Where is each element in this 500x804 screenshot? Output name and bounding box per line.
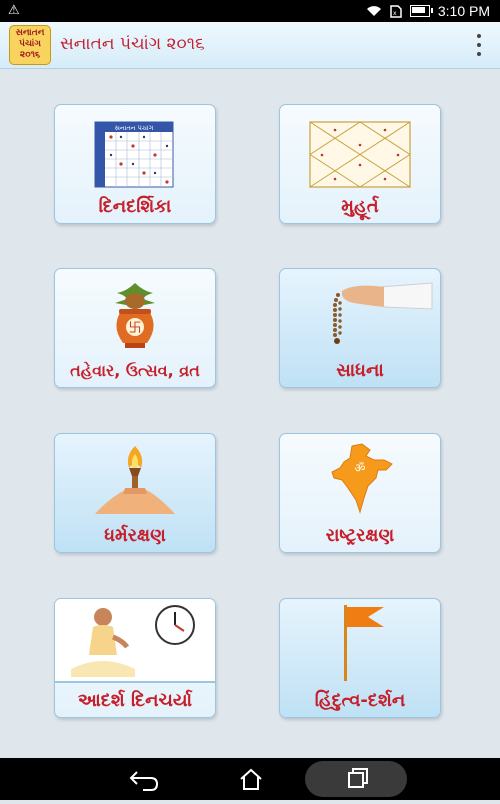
meditating-man-clock-icon xyxy=(55,599,215,683)
tile-label: ધર્મરક્ષણ xyxy=(104,525,166,546)
battery-icon xyxy=(409,5,433,17)
recents-button[interactable] xyxy=(305,761,407,797)
tile-hindutva-darshan[interactable]: હિંદુત્વ-દર્શન xyxy=(279,598,441,718)
navigation-bar xyxy=(0,758,500,800)
svg-text:x: x xyxy=(393,10,397,17)
home-button[interactable] xyxy=(221,758,281,800)
tile-label: સાધના xyxy=(336,360,384,381)
tile-sadhana[interactable]: સાધના xyxy=(279,268,441,388)
tile-tahevar[interactable]: 卐 તહેવાર, ઉત્સવ, વ્રત xyxy=(54,268,216,388)
svg-text:સનાતન પંચાંગ: સનાતન પંચાંગ xyxy=(115,124,154,132)
clock-time: 3:10 PM xyxy=(437,3,490,19)
tile-label: રાષ્ટ્રરક્ષણ xyxy=(325,525,395,546)
svg-text:卐: 卐 xyxy=(128,321,141,336)
app-title: સનાતન પંચાંગ ૨૦૧૬ xyxy=(60,34,205,54)
rosary-hand-icon xyxy=(333,282,433,344)
recents-icon xyxy=(348,768,368,788)
saffron-flag-icon xyxy=(344,605,384,681)
app-logo: સનાતન પંચાંગ ૨૦૧૬ xyxy=(9,25,51,65)
svg-text:ॐ: ॐ xyxy=(355,461,366,475)
horoscope-chart-icon xyxy=(309,121,411,188)
tile-label: દિનદર્શિકા xyxy=(98,196,172,217)
tile-rashtrarakshan[interactable]: ॐ રાષ્ટ્રરક્ષણ xyxy=(279,433,441,553)
tile-muhurt[interactable]: મુહૂર્ત xyxy=(279,104,441,224)
app-bar: સનાતન પંચાંગ ૨૦૧૬ સનાતન પંચાંગ ૨૦૧૬ xyxy=(0,22,500,69)
torch-icon xyxy=(95,446,175,514)
status-bar: ⚠ x 3:10 PM xyxy=(0,0,500,22)
kalash-icon: 卐 xyxy=(115,283,155,348)
tile-adarsh-dincharya[interactable]: આદર્શ દિનચર્યા xyxy=(54,598,216,718)
calendar-icon: સનાતન પંચાંગ xyxy=(94,121,174,188)
tile-label: તહેવાર, ઉત્સવ, વ્રત xyxy=(70,361,200,380)
home-icon xyxy=(240,768,262,790)
back-icon xyxy=(129,771,159,791)
tile-label: મુહૂર્ત xyxy=(341,196,379,217)
tile-dharmarakshan[interactable]: ધર્મરક્ષણ xyxy=(54,433,216,553)
tile-label: હિંદુત્વ-દર્શન xyxy=(314,690,406,711)
wifi-icon xyxy=(366,6,381,16)
sim-icon: x xyxy=(390,4,402,18)
warning-icon: ⚠ xyxy=(8,3,20,18)
tile-label: આદર્શ દિનચર્યા xyxy=(77,690,193,711)
tile-dindarshika[interactable]: સનાતન પંચાંગ દિનદર્શિકા xyxy=(54,104,216,224)
back-button[interactable] xyxy=(115,758,175,800)
india-map-icon: ॐ xyxy=(331,443,393,514)
overflow-menu-icon[interactable] xyxy=(476,34,482,56)
